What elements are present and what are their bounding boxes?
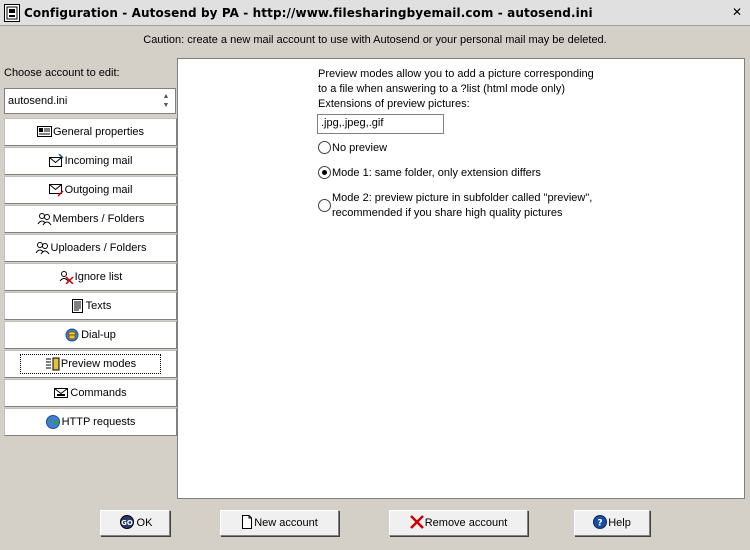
help-label: Help — [608, 517, 631, 529]
preview-modes-panel: Preview modes allow you to add a picture… — [177, 58, 745, 499]
nav-item-uploaders-folders[interactable]: Uploaders / Folders — [4, 234, 177, 262]
globe-icon — [45, 415, 61, 429]
new-document-icon — [241, 514, 253, 532]
nav-item-general-properties[interactable]: General properties — [4, 118, 177, 146]
nav-label: Dial-up — [81, 329, 116, 341]
preview-icon — [45, 357, 60, 371]
preview-description-line2: to a file when answering to a ?list (htm… — [318, 83, 566, 95]
radio-label-line1: Mode 2: preview picture in subfolder cal… — [332, 192, 593, 204]
nav-label: Preview modes — [60, 358, 137, 370]
nav-label: Uploaders / Folders — [50, 242, 147, 254]
extensions-label: Extensions of preview pictures: — [318, 98, 470, 110]
go-icon-text: GO — [121, 519, 133, 527]
radio-no-preview[interactable]: No preview — [318, 141, 387, 156]
remove-account-button[interactable]: Remove account — [389, 510, 528, 536]
nav-label: Members / Folders — [52, 213, 145, 225]
outgoing-mail-icon — [48, 183, 64, 197]
nav-item-texts[interactable]: Texts — [4, 292, 177, 320]
radio-mode-1[interactable]: Mode 1: same folder, only extension diff… — [318, 166, 541, 181]
new-account-label: New account — [254, 517, 318, 529]
radio-button[interactable] — [318, 199, 331, 212]
help-button[interactable]: ? Help — [574, 510, 650, 536]
preview-description-line1: Preview modes allow you to add a picture… — [318, 68, 594, 80]
extensions-input[interactable]: .jpg,.jpeg,.gif — [317, 114, 444, 134]
nav-label: General properties — [52, 126, 145, 138]
nav-item-outgoing-mail[interactable]: Outgoing mail — [4, 176, 177, 204]
account-selected-value: autosend.ini — [8, 95, 68, 107]
ok-label: OK — [136, 517, 153, 529]
remove-x-icon — [409, 514, 424, 532]
nav-item-commands[interactable]: Commands — [4, 379, 177, 407]
nav-label: HTTP requests — [61, 416, 136, 428]
close-button[interactable]: ✕ — [728, 4, 746, 20]
nav-item-ignore-list[interactable]: Ignore list — [4, 263, 177, 291]
nav-item-http-requests[interactable]: HTTP requests — [4, 408, 177, 436]
texts-icon — [70, 299, 85, 313]
sidebar-nav: General properties Incoming mail Outgoin… — [4, 118, 177, 437]
nav-item-members-folders[interactable]: Members / Folders — [4, 205, 177, 233]
nav-label: Commands — [70, 387, 127, 399]
ignore-icon — [59, 270, 74, 285]
app-icon — [4, 3, 20, 22]
account-label: Choose account to edit: — [4, 67, 120, 79]
commands-icon — [54, 386, 69, 400]
radio-mode-2[interactable]: Mode 2: preview picture in subfolder cal… — [318, 191, 592, 221]
nav-item-dial-up[interactable]: Dial-up — [4, 321, 177, 349]
members-icon — [37, 212, 52, 226]
radio-label: Mode 2: preview picture in subfolder cal… — [332, 191, 592, 221]
radio-button[interactable] — [318, 141, 331, 154]
svg-text:?: ? — [598, 518, 603, 528]
remove-account-label: Remove account — [424, 517, 508, 529]
spin-arrows-icon[interactable]: ▲ ▼ — [159, 91, 173, 111]
radio-label-line2: recommended if you share high quality pi… — [332, 207, 563, 219]
account-select[interactable]: autosend.ini ▲ ▼ — [4, 88, 176, 114]
card-icon — [36, 125, 52, 139]
radio-label: No preview — [332, 142, 388, 154]
nav-item-incoming-mail[interactable]: Incoming mail — [4, 147, 177, 175]
incoming-mail-icon — [48, 153, 64, 168]
preview-description: Preview modes allow you to add a picture… — [318, 67, 618, 97]
ok-button[interactable]: GO OK — [100, 510, 170, 536]
dialup-icon — [65, 328, 80, 342]
nav-label: Ignore list — [74, 271, 123, 283]
new-account-button[interactable]: New account — [220, 510, 339, 536]
nav-label: Incoming mail — [64, 155, 133, 167]
uploaders-icon — [35, 241, 50, 255]
radio-button[interactable] — [318, 166, 331, 179]
help-icon: ? — [593, 514, 608, 532]
nav-label: Outgoing mail — [64, 184, 133, 196]
title-bar: Configuration - Autosend by PA - http://… — [0, 0, 750, 26]
caution-text: Caution: create a new mail account to us… — [143, 34, 607, 46]
go-icon: GO — [118, 514, 136, 532]
nav-label: Texts — [85, 300, 112, 312]
window-title: Configuration - Autosend by PA - http://… — [24, 5, 593, 20]
radio-label: Mode 1: same folder, only extension diff… — [332, 167, 541, 179]
nav-item-preview-modes[interactable]: Preview modes — [4, 350, 177, 378]
